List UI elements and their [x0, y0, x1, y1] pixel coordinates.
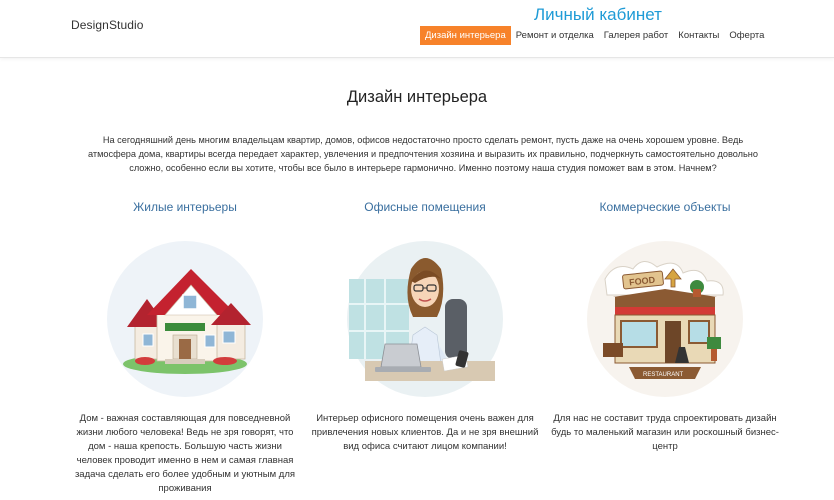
house-illustration [107, 241, 263, 397]
service-title-office[interactable]: Офисные помещения [310, 199, 540, 215]
service-title-residential[interactable]: Жилые интерьеры [70, 199, 300, 215]
service-office: Офисные помещения Интерьер офисного поме… [310, 199, 540, 452]
nav-item-contacts[interactable]: Контакты [673, 26, 724, 45]
nav-item-renovation[interactable]: Ремонт и отделка [511, 26, 599, 45]
site-logo[interactable]: DesignStudio [71, 18, 144, 32]
service-title-commercial[interactable]: Коммерческие объекты [550, 199, 780, 215]
service-residential: Жилые интерьеры Дом - важная составляюща… [70, 199, 300, 494]
nav-item-interior-design[interactable]: Дизайн интерьера [420, 26, 511, 45]
personal-account-link[interactable]: Личный кабинет [534, 5, 662, 25]
svg-text:RESTAURANT: RESTAURANT [643, 372, 684, 378]
site-header: DesignStudio Личный кабинет Дизайн интер… [0, 0, 834, 58]
page-title: Дизайн интерьера [346, 88, 488, 106]
office-woman-illustration [347, 241, 503, 397]
service-text-commercial: Для нас не составит труда спроектировать… [551, 413, 779, 452]
service-text-residential: Дом - важная составляющая для повседневн… [74, 413, 296, 494]
service-text-office: Интерьер офисного помещения очень важен … [311, 413, 539, 452]
nav-item-offer[interactable]: Оферта [724, 26, 769, 45]
service-commercial: Коммерческие объекты FOOD RESTAURANT Для… [550, 199, 780, 452]
intro-paragraph: На сегодняшний день многим владельцам кв… [88, 135, 758, 173]
nav-item-gallery[interactable]: Галерея работ [599, 26, 674, 45]
main-nav: Дизайн интерьера Ремонт и отделка Галере… [420, 26, 769, 45]
restaurant-illustration: FOOD RESTAURANT [587, 241, 743, 397]
